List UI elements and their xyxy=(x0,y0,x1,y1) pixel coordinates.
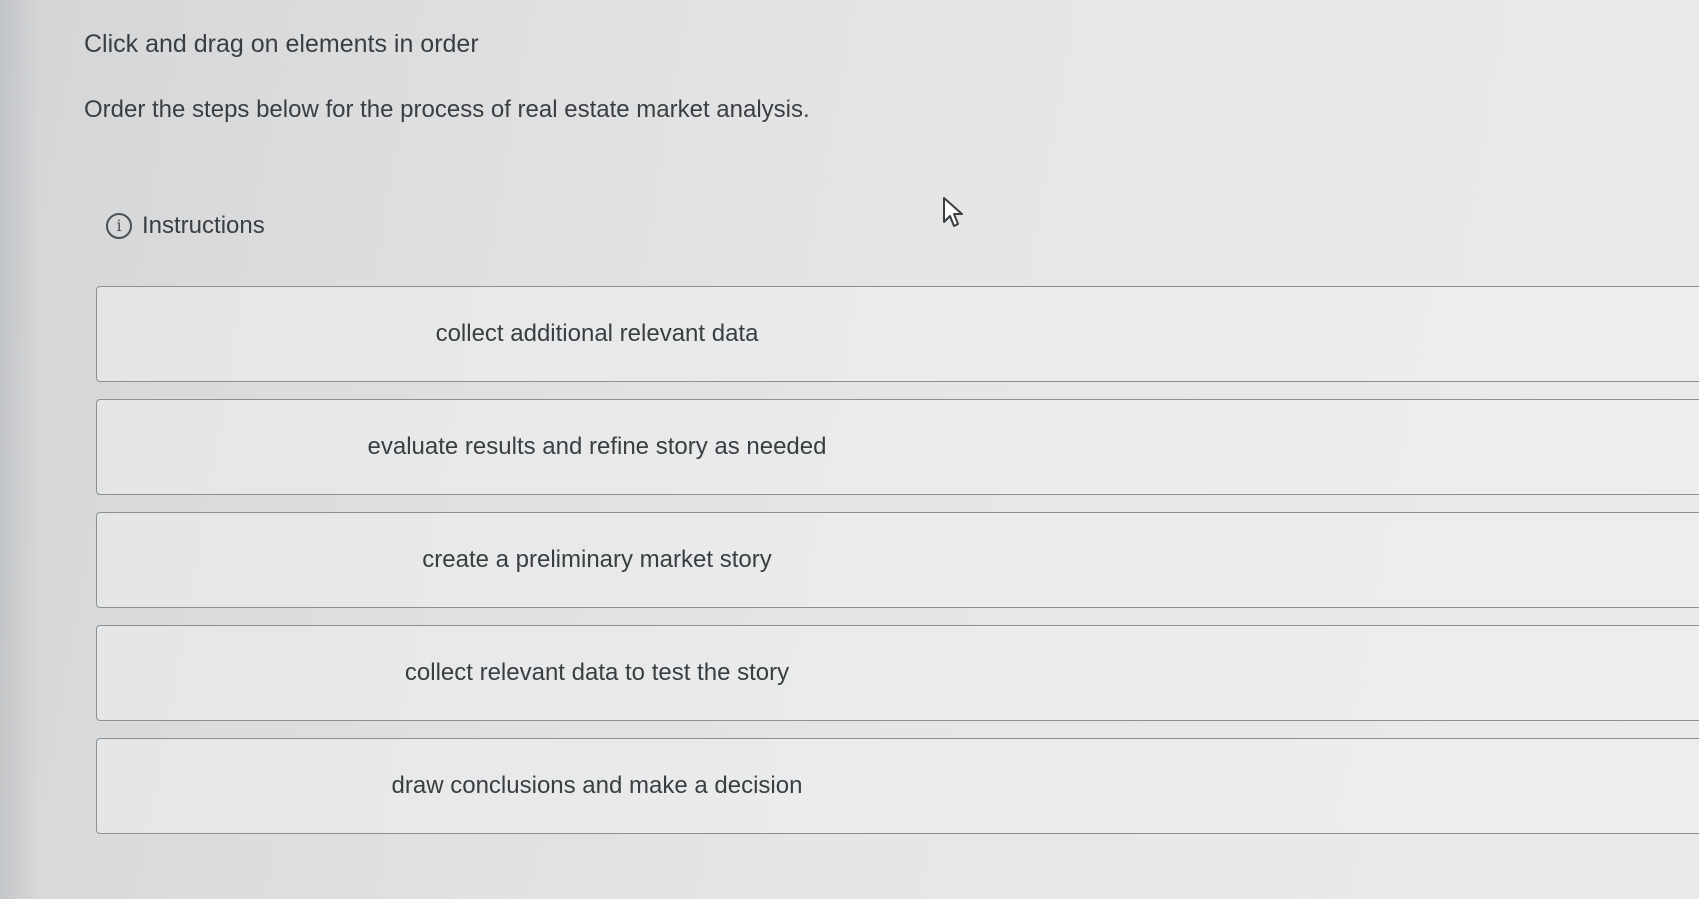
step-label: collect relevant data to test the story xyxy=(404,659,790,686)
draggable-step[interactable]: draw conclusions and make a decision xyxy=(96,738,1699,834)
draggable-step[interactable]: collect relevant data to test the story xyxy=(96,625,1699,721)
step-label: evaluate results and refine story as nee… xyxy=(367,433,827,460)
info-icon: i xyxy=(106,213,132,239)
question-text: Order the steps below for the process of… xyxy=(84,96,810,123)
draggable-step[interactable]: collect additional relevant data xyxy=(96,286,1699,382)
step-label: collect additional relevant data xyxy=(435,320,759,347)
draggable-step[interactable]: create a preliminary market story xyxy=(96,512,1699,608)
instructions-label: Instructions xyxy=(142,212,265,239)
page-edge-shadow xyxy=(0,0,40,899)
step-label: draw conclusions and make a decision xyxy=(391,772,803,799)
mouse-pointer-icon xyxy=(943,197,963,227)
draggable-step-list: collect additional relevant data evaluat… xyxy=(96,286,1699,851)
drag-order-question: Click and drag on elements in order Orde… xyxy=(0,0,1699,899)
instructions-toggle[interactable]: i Instructions xyxy=(106,212,265,240)
task-prompt: Click and drag on elements in order xyxy=(84,30,479,58)
draggable-step[interactable]: evaluate results and refine story as nee… xyxy=(96,399,1699,495)
step-label: create a preliminary market story xyxy=(422,546,772,573)
